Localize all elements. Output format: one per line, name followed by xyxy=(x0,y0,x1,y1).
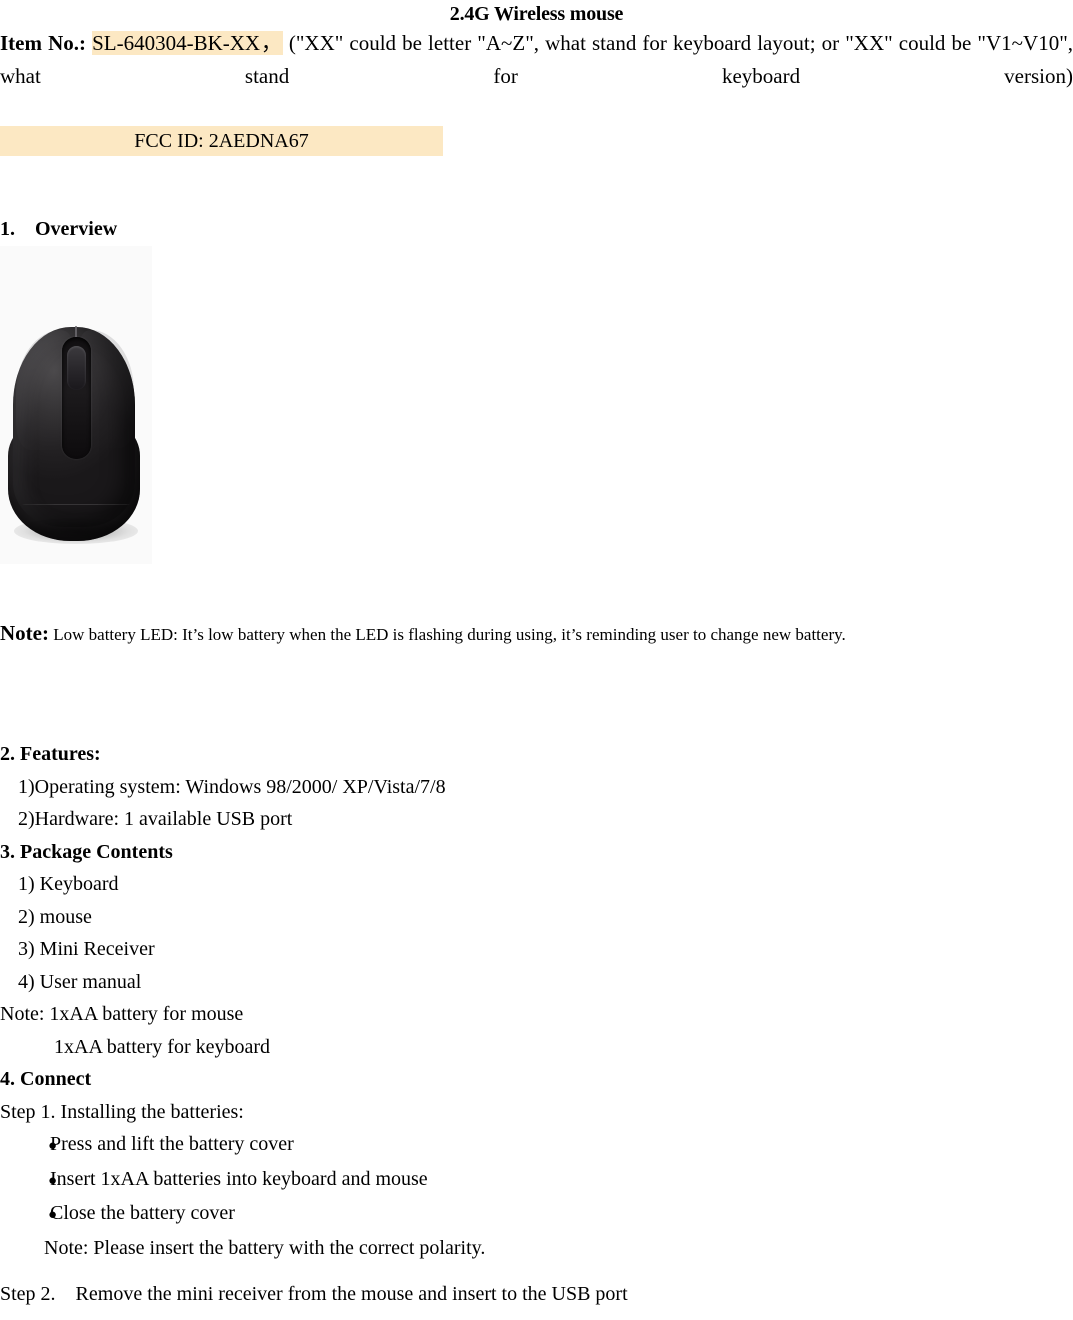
features-item-2: 2)Hardware: 1 available USB port xyxy=(18,808,293,830)
mouse-illustration xyxy=(0,246,152,564)
note-lead-label: Note: xyxy=(0,621,49,645)
bullet-icon: ● xyxy=(48,1138,58,1154)
note-body-text: Low battery LED: It’s low battery when t… xyxy=(53,625,846,644)
section-heading-overview: 1. Overview xyxy=(0,218,118,240)
section-heading-connect: 4. Connect xyxy=(0,1068,92,1090)
item-number-paragraph: Item No.: SL-640304-BK-XX， ("XX" could b… xyxy=(0,27,1073,126)
connect-step-1-note: Note: Please insert the battery with the… xyxy=(44,1236,486,1259)
connect-step-1-label: Step 1. Installing the batteries: xyxy=(0,1100,244,1123)
connect-bullet-2-text: Insert 1xAA batteries into keyboard and … xyxy=(50,1167,428,1190)
mouse-scroll-wheel xyxy=(67,346,86,390)
connect-bullet-3-text: Close the battery cover xyxy=(50,1202,235,1224)
low-battery-note: Note: Low battery LED: It’s low battery … xyxy=(0,618,1073,650)
connect-bullet-1-text: Press and lift the battery cover xyxy=(50,1133,294,1155)
connect-step-2-label: Step 2. Remove the mini receiver from th… xyxy=(0,1283,628,1305)
package-note-keyboard: 1xAA battery for keyboard xyxy=(54,1035,271,1058)
item-number-value: SL-640304-BK-XX， xyxy=(92,31,283,55)
mouse-product-image xyxy=(0,246,152,564)
document-page: 2.4G Wireless mouse Item No.: SL-640304-… xyxy=(0,0,1073,1320)
connect-bullet-3: ● Close the battery cover xyxy=(0,1197,1073,1232)
bullet-icon: ● xyxy=(48,1207,58,1223)
package-item-2: 2) mouse xyxy=(18,905,92,928)
page-title: 2.4G Wireless mouse xyxy=(449,3,624,25)
bullet-icon: ● xyxy=(48,1172,58,1189)
item-number-label: Item No.: xyxy=(0,31,86,55)
mouse-drop-shadow xyxy=(14,518,138,544)
section-heading-features: 2. Features: xyxy=(0,743,101,765)
package-item-1: 1) Keyboard xyxy=(18,873,119,895)
package-item-3: 3) Mini Receiver xyxy=(18,938,155,960)
connect-bullet-1: ● Press and lift the battery cover xyxy=(0,1128,1073,1163)
package-note-mouse: Note: 1xAA battery for mouse xyxy=(0,1003,244,1025)
features-item-1: 1)Operating system: Windows 98/2000/ XP/… xyxy=(18,775,446,798)
mouse-body-seam xyxy=(22,504,130,505)
section-heading-package-contents: 3. Package Contents xyxy=(0,840,173,863)
connect-bullet-2: ● Insert 1xAA batteries into keyboard an… xyxy=(0,1163,1073,1198)
fcc-id-line: FCC ID: 2AEDNA67 xyxy=(0,126,443,156)
package-item-4: 4) User manual xyxy=(18,970,142,993)
